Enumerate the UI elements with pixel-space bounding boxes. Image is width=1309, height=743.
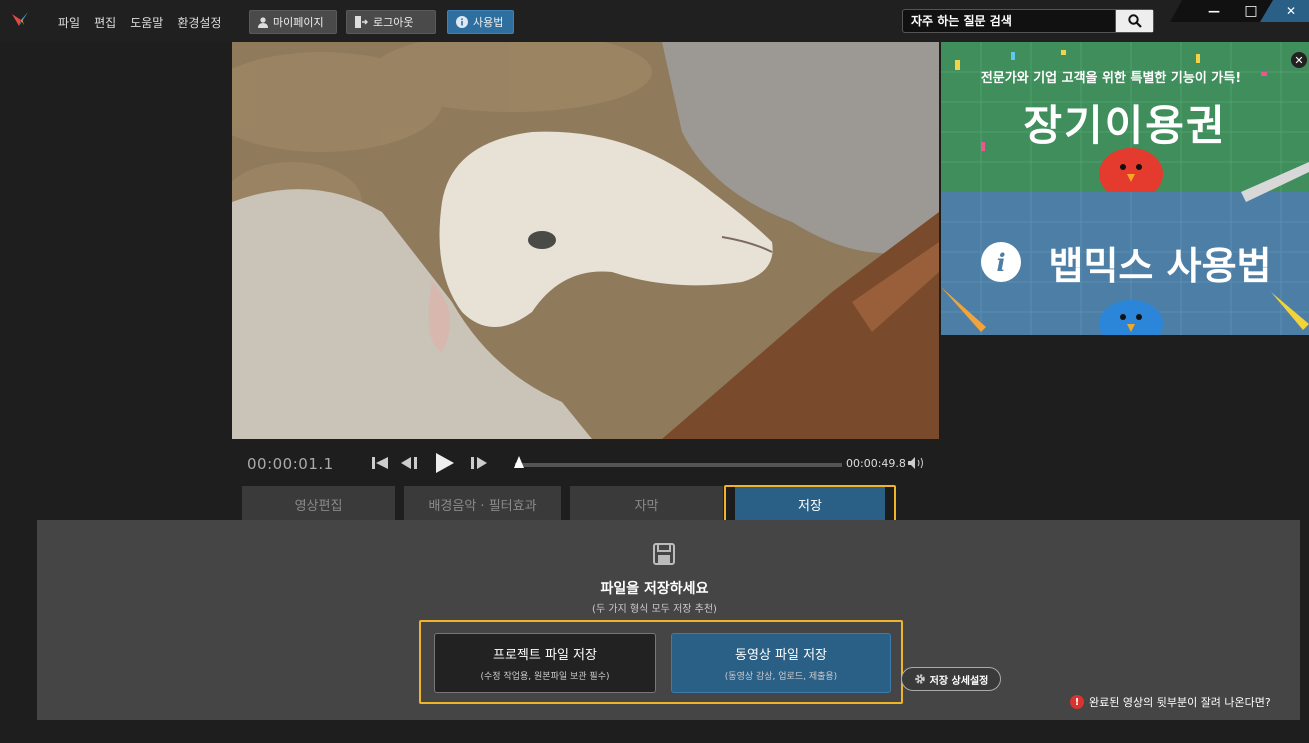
save-detail-settings-button[interactable]: 저장 상세설정: [901, 667, 1001, 691]
logout-label: 로그아웃: [373, 16, 414, 29]
tab-subtitle[interactable]: 자막: [570, 486, 723, 522]
promo-title: 장기이용권: [1023, 101, 1227, 150]
video-preview: [232, 42, 939, 439]
mypage-button[interactable]: 마이페이지: [249, 10, 337, 34]
tab-video-edit[interactable]: 영상편집: [242, 486, 395, 522]
next-frame-icon[interactable]: [470, 456, 488, 470]
svg-text:i: i: [996, 248, 1005, 277]
save-project-title: 프로젝트 파일 저장: [493, 648, 597, 663]
skip-start-icon[interactable]: [372, 456, 390, 470]
duration-time: 00:00:49.8: [846, 457, 906, 470]
minimize-button[interactable]: —: [1195, 0, 1233, 22]
save-video-button[interactable]: 동영상 파일 저장 (동영상 감상, 업로드, 제출용): [671, 633, 891, 693]
close-ad-icon[interactable]: ✕: [1291, 52, 1307, 68]
save-video-title: 동영상 파일 저장: [735, 648, 827, 663]
truncated-video-help-text: 완료된 영상의 뒷부분이 잘려 나온다면?: [1089, 696, 1271, 709]
logout-button[interactable]: 로그아웃: [346, 10, 436, 34]
logout-icon: [355, 16, 368, 28]
faq-search: [902, 9, 1154, 33]
alert-icon: !: [1070, 695, 1084, 709]
save-project-button[interactable]: 프로젝트 파일 저장 (수정 작업용, 원본파일 보관 필수): [434, 633, 656, 693]
search-icon: [1127, 14, 1142, 28]
save-icon: [653, 543, 675, 565]
save-detail-label: 저장 상세설정: [929, 675, 989, 687]
menu-help[interactable]: 도움말: [130, 14, 163, 31]
gear-icon: [914, 674, 925, 684]
info-icon: [456, 16, 468, 28]
menu-file[interactable]: 파일: [58, 14, 80, 31]
mypage-label: 마이페이지: [273, 16, 324, 29]
save-panel-subtitle: (두 가지 형식 모두 저장 추천): [592, 604, 717, 615]
howto-label: 사용법: [473, 16, 504, 29]
tab-music-filter[interactable]: 배경음악 · 필터효과: [404, 486, 561, 522]
current-time: 00:00:01.1: [247, 455, 334, 473]
menu-settings[interactable]: 환경설정: [177, 14, 221, 31]
search-button[interactable]: [1115, 10, 1153, 32]
save-video-desc: (동영상 감상, 업로드, 제출용): [724, 672, 838, 682]
user-icon: [258, 16, 268, 28]
prev-frame-icon[interactable]: [400, 456, 418, 470]
close-window-button[interactable]: ✕: [1272, 0, 1309, 22]
volume-icon[interactable]: [908, 457, 928, 469]
search-input[interactable]: [903, 10, 1115, 32]
howto-button[interactable]: 사용법: [447, 10, 514, 34]
seek-handle-icon[interactable]: [514, 456, 524, 468]
maximize-button[interactable]: □: [1232, 0, 1270, 22]
tab-save[interactable]: 저장: [730, 486, 890, 522]
save-panel-title: 파일을 저장하세요: [600, 581, 709, 597]
promo-title-howto: 뱁믹스 사용법: [1048, 244, 1272, 288]
menu-edit[interactable]: 편집: [94, 14, 116, 31]
truncated-video-help-link[interactable]: ! 완료된 영상의 뒷부분이 잘려 나온다면?: [1070, 694, 1271, 710]
save-project-desc: (수정 작업용, 원본파일 보관 필수): [480, 672, 610, 682]
promo-tagline: 전문가와 기업 고객을 위한 특별한 기능이 가득!: [980, 71, 1242, 86]
app-logo-icon: [12, 12, 28, 26]
play-icon[interactable]: [435, 452, 455, 474]
menu-bar: 파일 편집 도움말 환경설정: [58, 14, 221, 31]
seek-bar[interactable]: [515, 463, 842, 467]
